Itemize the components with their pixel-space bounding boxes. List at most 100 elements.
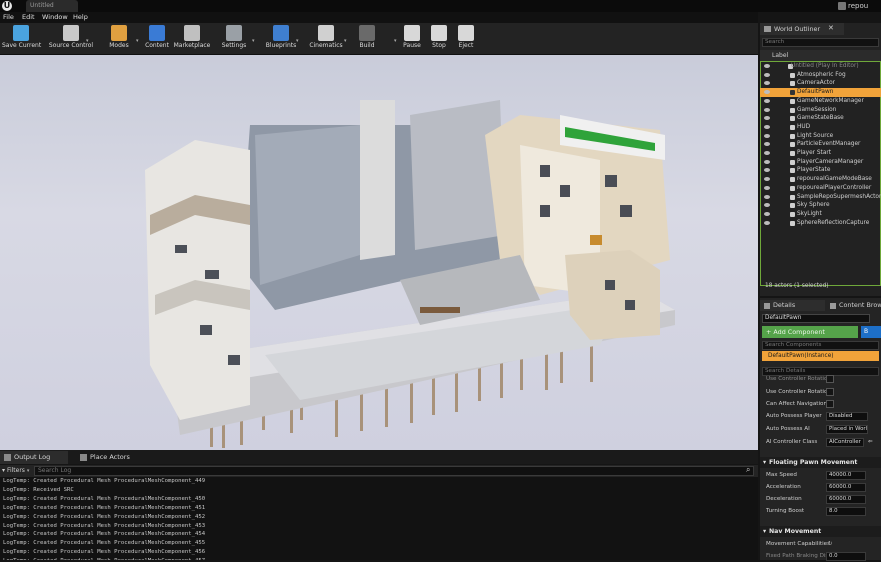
eye-icon[interactable] [764, 159, 770, 164]
outliner-search-input[interactable]: Search [762, 38, 879, 47]
chevron-down-icon[interactable]: ▾ [344, 38, 347, 44]
outliner-item[interactable]: SampleRepoSupermeshActor [760, 193, 881, 202]
outliner-item[interactable]: Player Start [760, 149, 881, 158]
log-line: LogTemp: Created Procedural Mesh Procedu… [3, 522, 206, 529]
eye-icon[interactable] [764, 72, 770, 77]
unreal-logo-icon[interactable]: U [2, 1, 12, 11]
checkbox[interactable] [826, 388, 834, 396]
tab-output-log[interactable]: Output Log [0, 451, 68, 464]
user-badge[interactable]: repou [838, 0, 881, 12]
outliner-item[interactable]: CameraActor [760, 79, 881, 88]
eye-icon[interactable] [764, 90, 770, 95]
movement-value-input[interactable]: 60000.0 [826, 482, 866, 492]
actor-icon [790, 159, 795, 165]
settings-button[interactable]: Settings [218, 24, 250, 54]
pause-button[interactable]: Pause [402, 24, 422, 54]
eye-icon[interactable] [764, 124, 770, 129]
content-button[interactable]: Content [144, 24, 170, 54]
chevron-down-icon[interactable]: ▾ [394, 38, 397, 44]
movement-capabilities-row[interactable]: Movement Capabilities ↻ [760, 538, 881, 550]
cinematics-button[interactable]: Cinematics [304, 24, 348, 54]
movement-value-input[interactable]: 60000.0 [826, 494, 866, 504]
reset-icon[interactable]: ↻ [828, 538, 833, 550]
eye-icon[interactable] [764, 168, 770, 173]
outliner-column-label[interactable]: Label [760, 50, 881, 61]
eye-icon[interactable] [764, 177, 770, 182]
select-dropdown[interactable]: Disabled [826, 411, 868, 421]
section-floating-pawn-movement[interactable]: ▾ Floating Pawn Movement [760, 457, 881, 468]
outliner-item[interactable]: PlayerState [760, 166, 881, 175]
section-nav-movement[interactable]: ▾ Nav Movement [760, 526, 881, 537]
eject-button[interactable]: Eject [456, 24, 476, 54]
outliner-item[interactable]: Untitled (Play In Editor) [760, 62, 881, 71]
eye-icon[interactable] [764, 133, 770, 138]
details-row: Use Controller Rotation [760, 373, 881, 385]
close-tab-icon[interactable]: ✕ [828, 24, 834, 32]
eye-icon[interactable] [764, 211, 770, 216]
eye-icon[interactable] [764, 194, 770, 199]
outliner-item[interactable]: Light Source [760, 132, 881, 141]
select-dropdown[interactable]: Placed in World [826, 424, 868, 434]
actor-icon [790, 90, 795, 96]
eye-icon[interactable] [764, 185, 770, 190]
eye-icon[interactable] [764, 98, 770, 103]
tab-content-browser[interactable]: Content Brow [827, 300, 881, 311]
modes-button[interactable]: Modes [102, 24, 136, 54]
chevron-down-icon[interactable]: ▾ [86, 38, 89, 44]
outliner-item[interactable]: Atmospheric Fog [760, 71, 881, 80]
add-component-button[interactable]: + Add Component [762, 326, 858, 338]
outliner-item[interactable]: GameNetworkManager [760, 97, 881, 106]
chevron-down-icon[interactable]: ▾ [252, 38, 255, 44]
eye-icon[interactable] [764, 81, 770, 86]
outliner-item[interactable]: SkyLight [760, 210, 881, 219]
component-instance-row[interactable]: DefaultPawn(Instance) [762, 351, 879, 361]
blueprint-button[interactable]: B [861, 326, 881, 338]
source-control-button[interactable]: Source Control [42, 24, 100, 54]
outliner-item[interactable]: ParticleEventManager [760, 140, 881, 149]
menu-edit[interactable]: Edit [22, 12, 35, 23]
movement-value-input[interactable]: 8.0 [826, 506, 866, 516]
marketplace-button[interactable]: Marketplace [172, 24, 212, 54]
movement-value-input[interactable]: 40000.0 [826, 470, 866, 480]
filters-dropdown[interactable]: ▾ Filters ▾ [2, 466, 29, 476]
outliner-item[interactable]: PlayerCameraManager [760, 158, 881, 167]
outliner-item[interactable]: DefaultPawn [760, 88, 881, 97]
checkbox[interactable] [826, 375, 834, 383]
select-dropdown[interactable]: AIController [826, 437, 864, 447]
outliner-item[interactable]: Sky Sphere [760, 201, 881, 210]
menu-file[interactable]: File [3, 12, 14, 23]
eye-icon[interactable] [764, 220, 770, 225]
eye-icon[interactable] [764, 203, 770, 208]
level-viewport[interactable] [0, 55, 758, 450]
eye-icon[interactable] [764, 151, 770, 155]
eye-icon[interactable] [764, 116, 770, 121]
building-scene [145, 100, 675, 448]
outliner-item[interactable]: repourealGameModeBase [760, 175, 881, 184]
checkbox[interactable] [826, 400, 834, 408]
eye-icon[interactable] [764, 107, 770, 112]
fixed-path-braking-input[interactable]: 0.0 [826, 551, 866, 561]
outliner-item[interactable]: SphereReflectionCapture [760, 219, 881, 228]
blueprints-button[interactable]: Blueprints [262, 24, 300, 54]
content-icon [149, 25, 165, 41]
search-log-input[interactable]: Search Log [34, 466, 754, 476]
eye-icon[interactable] [764, 64, 770, 68]
chevron-down-icon[interactable]: ▾ [296, 38, 299, 44]
eye-icon[interactable] [764, 142, 770, 147]
outliner-item[interactable]: HUD [760, 123, 881, 132]
actor-name-input[interactable]: DefaultPawn [762, 314, 870, 323]
level-tab[interactable]: Untitled [26, 0, 78, 12]
save-current-button[interactable]: Save Current [2, 24, 41, 54]
build-button[interactable]: Build [356, 24, 378, 54]
chevron-down-icon[interactable]: ▾ [136, 38, 139, 44]
outliner-item[interactable]: repourealPlayerController [760, 184, 881, 193]
tab-place-actors[interactable]: Place Actors [76, 451, 156, 464]
menu-help[interactable]: Help [73, 12, 88, 23]
browse-arrow-icon[interactable]: ⇐ [868, 436, 873, 448]
search-components-input[interactable]: Search Components [762, 341, 879, 350]
outliner-item[interactable]: GameStateBase [760, 114, 881, 123]
menu-window[interactable]: Window [42, 12, 68, 23]
tab-details[interactable]: Details [760, 300, 825, 311]
stop-button[interactable]: Stop [430, 24, 448, 54]
outliner-item[interactable]: GameSession [760, 106, 881, 115]
